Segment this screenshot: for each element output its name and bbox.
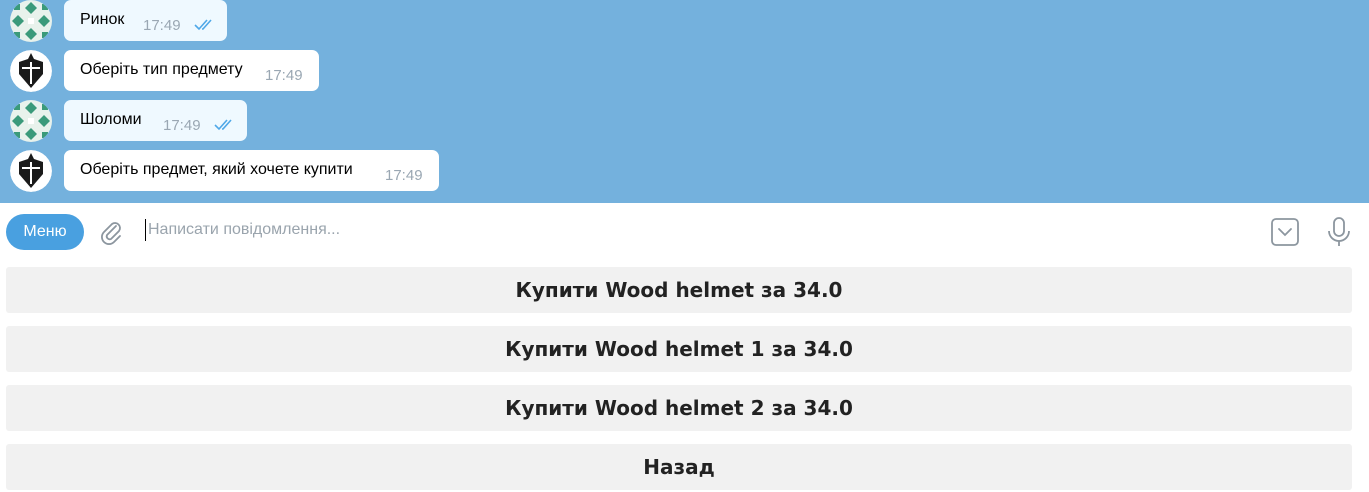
text-cursor [145,219,146,241]
knight-helmet-avatar-icon [10,150,52,192]
pattern-avatar-icon [10,100,52,142]
message-text: Ринок [80,11,125,28]
user-avatar[interactable] [10,100,52,142]
message-bubble[interactable]: Ринок 17:49 [64,0,227,41]
keyboard-button-buy-wood-helmet[interactable]: Купити Wood helmet за 34.0 [6,267,1352,313]
message-time: 17:49 [163,117,201,134]
keyboard-button-buy-wood-helmet-1[interactable]: Купити Wood helmet 1 за 34.0 [6,326,1352,372]
message-composer: Меню [0,203,1369,259]
message-text: Оберіть тип предмету [80,61,243,78]
message-time: 17:49 [143,17,181,34]
paperclip-icon[interactable] [98,219,124,245]
double-check-icon [194,18,216,36]
message-time: 17:49 [265,67,303,84]
menu-button[interactable]: Меню [6,214,84,250]
keyboard-button-back[interactable]: Назад [6,444,1352,490]
message-time: 17:49 [385,167,423,184]
chat-history: Ринок 17:49 Оберіть тип предмету 17:49 Ш… [0,0,1369,203]
message-bubble[interactable]: Оберіть тип предмету 17:49 [64,50,319,91]
bot-avatar[interactable] [10,50,52,92]
double-check-icon [214,118,236,136]
pattern-avatar-icon [10,0,52,42]
message-text: Оберіть предмет, який хочете купити [80,161,353,178]
microphone-icon[interactable] [1325,216,1353,248]
keyboard-toggle-icon[interactable] [1270,217,1300,247]
message-bubble[interactable]: Оберіть предмет, який хочете купити 17:4… [64,150,439,191]
user-avatar[interactable] [10,0,52,42]
message-bubble[interactable]: Шоломи 17:49 [64,100,247,141]
bot-avatar[interactable] [10,150,52,192]
knight-helmet-avatar-icon [10,50,52,92]
message-text: Шоломи [80,111,142,128]
keyboard-button-buy-wood-helmet-2[interactable]: Купити Wood helmet 2 за 34.0 [6,385,1352,431]
message-input[interactable] [148,215,1148,245]
